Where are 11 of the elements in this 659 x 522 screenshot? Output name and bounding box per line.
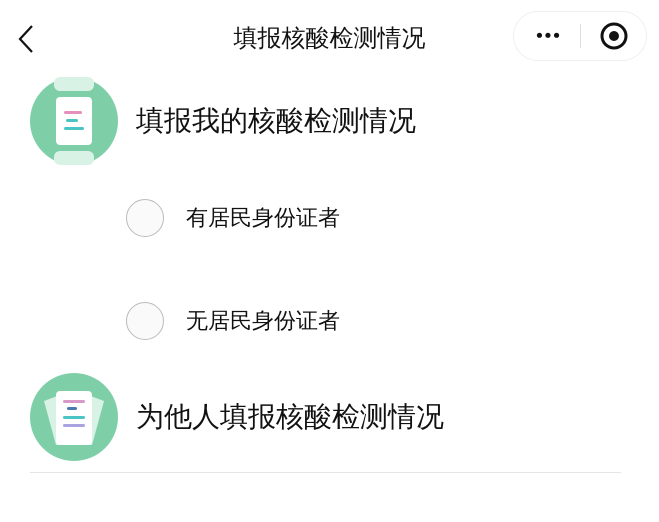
section-title[interactable]: 填报我的核酸检测情况 (136, 102, 416, 140)
more-button[interactable]: ••• (514, 26, 580, 46)
option-label[interactable]: 有居民身份证者 (186, 202, 340, 232)
option-label[interactable]: 无居民身份证者 (186, 306, 340, 336)
section-title[interactable]: 为他人填报核酸检测情况 (136, 398, 444, 436)
page-title: 填报核酸检测情况 (234, 23, 426, 54)
radio-button[interactable] (126, 302, 164, 340)
document-icon (30, 77, 118, 165)
back-icon[interactable] (16, 24, 36, 54)
documents-icon (30, 373, 118, 461)
radio-button[interactable] (126, 198, 164, 236)
